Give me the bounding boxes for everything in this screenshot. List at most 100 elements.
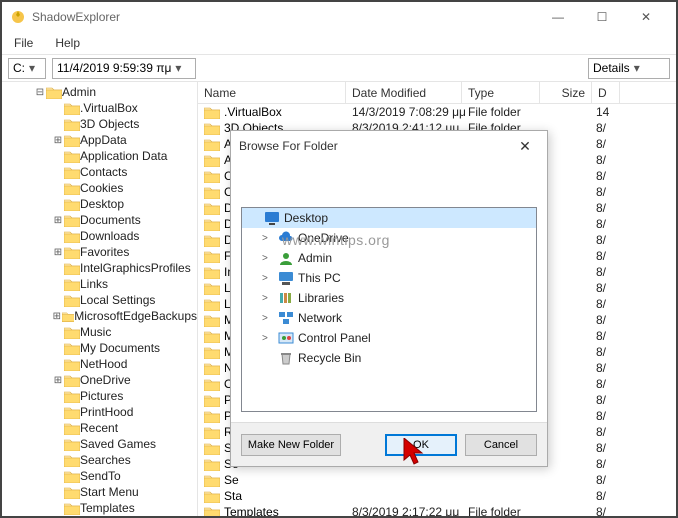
folder-icon [204, 250, 220, 263]
tree-toggle-icon[interactable]: ⊞ [52, 311, 62, 322]
view-value: Details [593, 61, 630, 75]
file-d: 8/ [592, 313, 612, 327]
tree-item[interactable]: ⊞Documents [4, 212, 197, 228]
tree-item-label: Favorites [80, 245, 129, 259]
col-type[interactable]: Type [462, 82, 540, 103]
tree-item[interactable]: NetHood [4, 356, 197, 372]
menubar: File Help [2, 32, 676, 54]
tree-item[interactable]: Templates [4, 500, 197, 516]
expand-icon[interactable]: > [262, 253, 274, 264]
tree-item[interactable]: IntelGraphicsProfiles [4, 260, 197, 276]
tree-item[interactable]: Links [4, 276, 197, 292]
tree-item-label: Pictures [80, 389, 123, 403]
tree-item[interactable]: 3D Objects [4, 116, 197, 132]
tree-toggle-icon[interactable]: ⊞ [52, 375, 64, 386]
drive-select[interactable]: C: ▾ [8, 58, 46, 79]
location-item[interactable]: >This PC [242, 268, 536, 288]
tree-item[interactable]: Pictures [4, 388, 197, 404]
tree-item[interactable]: ⊞AppData [4, 132, 197, 148]
expand-icon[interactable]: > [262, 313, 274, 324]
location-item[interactable]: Desktop [242, 208, 536, 228]
tree-toggle-icon[interactable]: ⊞ [52, 135, 64, 146]
tree-toggle-icon[interactable]: ⊞ [52, 247, 64, 258]
folder-icon [204, 426, 220, 439]
tree-item[interactable]: Saved Games [4, 436, 197, 452]
menu-help[interactable]: Help [49, 34, 86, 52]
snapshot-select[interactable]: 11/4/2019 9:59:39 πμ ▾ [52, 58, 196, 79]
tree-item[interactable]: .VirtualBox [4, 100, 197, 116]
tree-item[interactable]: ⊟ Admin [4, 84, 197, 100]
menu-file[interactable]: File [8, 34, 39, 52]
location-item[interactable]: > Network [242, 308, 536, 328]
expand-icon[interactable]: > [262, 333, 274, 344]
file-row[interactable]: Se8/ [198, 472, 676, 488]
folder-icon [204, 442, 220, 455]
tree-item[interactable]: Cookies [4, 180, 197, 196]
tree-item[interactable]: Searches [4, 452, 197, 468]
minimize-button[interactable]: — [536, 3, 580, 31]
location-item[interactable]: >Libraries [242, 288, 536, 308]
make-new-folder-button[interactable]: Make New Folder [241, 434, 341, 456]
tree-item[interactable]: PrintHood [4, 404, 197, 420]
column-headers[interactable]: Name Date Modified Type Size D [198, 82, 676, 104]
tree-item[interactable]: Local Settings [4, 292, 197, 308]
folder-icon [64, 342, 80, 355]
col-d[interactable]: D [592, 82, 620, 103]
tree-item[interactable]: ⊞ Favorites [4, 244, 197, 260]
dialog-titlebar[interactable]: Browse For Folder ✕ [231, 131, 547, 161]
expand-icon[interactable]: > [262, 233, 274, 244]
folder-tree[interactable]: ⊟ Admin.VirtualBox3D Objects⊞AppDataAppli… [2, 82, 198, 516]
tree-item-label: Admin [62, 85, 96, 99]
titlebar[interactable]: ShadowExplorer — ☐ ✕ [2, 2, 676, 32]
dialog-close-button[interactable]: ✕ [511, 138, 539, 155]
file-d: 8/ [592, 153, 612, 167]
ok-button[interactable]: OK [385, 434, 457, 456]
location-label: OneDrive [298, 231, 349, 245]
folder-icon [204, 314, 220, 327]
tree-item[interactable]: Downloads [4, 228, 197, 244]
tree-item[interactable]: Music [4, 324, 197, 340]
location-item[interactable]: > OneDrive [242, 228, 536, 248]
location-item[interactable]: >Control Panel [242, 328, 536, 348]
cancel-button[interactable]: Cancel [465, 434, 537, 456]
tree-item[interactable]: My Documents [4, 340, 197, 356]
view-select[interactable]: Details ▾ [588, 58, 670, 79]
file-row[interactable]: Templates8/3/2019 2:17:22 μμFile folder8… [198, 504, 676, 516]
tree-item-label: Contacts [80, 165, 127, 179]
tree-item[interactable]: Contacts [4, 164, 197, 180]
file-d: 8/ [592, 345, 612, 359]
col-name[interactable]: Name [198, 82, 346, 103]
tree-item[interactable]: SendTo [4, 468, 197, 484]
tree-item[interactable]: Application Data [4, 148, 197, 164]
tree-item-label: My Documents [80, 341, 160, 355]
file-d: 8/ [592, 233, 612, 247]
cloud-icon [278, 231, 294, 245]
tree-item[interactable]: ⊞ MicrosoftEdgeBackups [4, 308, 197, 324]
col-size[interactable]: Size [540, 82, 592, 103]
file-row[interactable]: .VirtualBox14/3/2019 7:08:29 μμFile fold… [198, 104, 676, 120]
tree-item[interactable]: Start Menu [4, 484, 197, 500]
location-tree[interactable]: Desktop > OneDrive >Admin>This PC>Libraries… [241, 207, 537, 412]
location-item[interactable]: >Admin [242, 248, 536, 268]
folder-icon [204, 138, 220, 151]
tree-toggle-icon[interactable]: ⊟ [34, 87, 46, 98]
file-name: .VirtualBox [224, 105, 282, 119]
tree-item[interactable]: ⊞OneDrive [4, 372, 197, 388]
col-date[interactable]: Date Modified [346, 82, 462, 103]
tree-item[interactable]: Desktop [4, 196, 197, 212]
file-d: 8/ [592, 489, 612, 503]
tree-item[interactable]: Recent [4, 420, 197, 436]
tree-item-label: MicrosoftEdgeBackups [74, 309, 197, 323]
file-row[interactable]: Sta8/ [198, 488, 676, 504]
expand-icon[interactable]: > [262, 273, 274, 284]
dialog-buttons: Make New Folder OK Cancel [231, 422, 547, 466]
expand-icon[interactable]: > [262, 293, 274, 304]
folder-icon [204, 362, 220, 375]
maximize-button[interactable]: ☐ [580, 3, 624, 31]
tree-toggle-icon[interactable]: ⊞ [52, 215, 64, 226]
file-d: 8/ [592, 457, 612, 471]
location-item[interactable]: Recycle Bin [242, 348, 536, 368]
location-label: Network [298, 311, 342, 325]
close-button[interactable]: ✕ [624, 3, 668, 31]
tree-item-label: Saved Games [80, 437, 156, 451]
